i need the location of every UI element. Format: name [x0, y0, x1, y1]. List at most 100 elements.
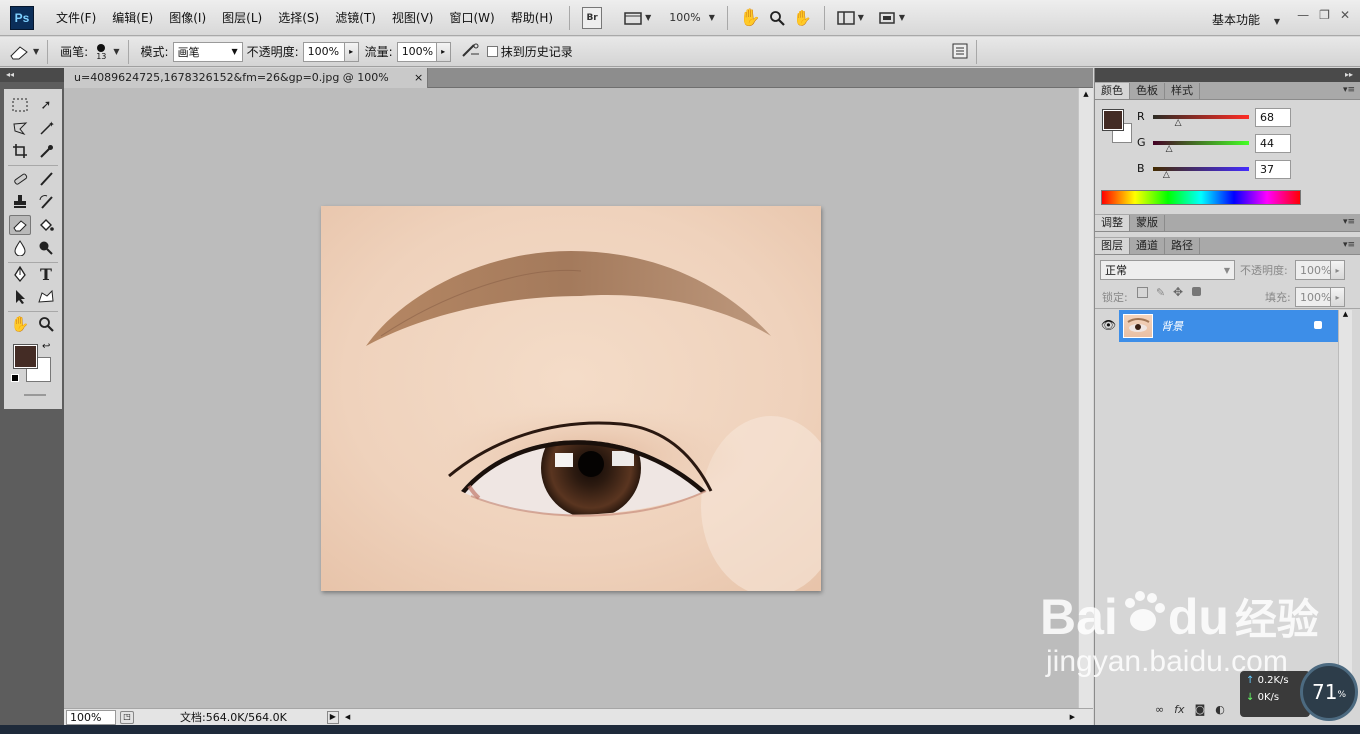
- swap-colors-icon[interactable]: ↩: [42, 341, 50, 352]
- layers-scrollbar[interactable]: ▲: [1338, 310, 1352, 710]
- tab-layers[interactable]: 图层: [1095, 238, 1130, 254]
- red-slider[interactable]: R △ 68: [1137, 108, 1337, 128]
- tab-color[interactable]: 颜色: [1095, 83, 1130, 99]
- expand-icon[interactable]: ▸▸: [1345, 68, 1353, 82]
- red-value-field[interactable]: 68: [1255, 108, 1291, 127]
- layer-row-background[interactable]: 背景: [1119, 310, 1338, 342]
- lock-transparent-icon[interactable]: [1137, 287, 1148, 298]
- brush-picker[interactable]: 13: [96, 44, 106, 61]
- zoom-tool-icon[interactable]: [35, 314, 57, 334]
- panel-dock-header[interactable]: ▸▸: [1095, 68, 1360, 82]
- zoom-level-dropdown[interactable]: 100% ▼: [669, 7, 715, 29]
- healing-brush-tool-icon[interactable]: [9, 169, 31, 189]
- paint-bucket-tool-icon[interactable]: [35, 215, 57, 235]
- eyedropper-tool-icon[interactable]: [35, 141, 57, 161]
- layer-style-icon[interactable]: fx: [1174, 703, 1184, 716]
- color-spectrum-ramp[interactable]: [1101, 190, 1301, 205]
- pen-tool-icon[interactable]: [9, 264, 31, 284]
- erase-to-history-checkbox[interactable]: [486, 46, 498, 57]
- minimize-icon[interactable]: —: [1297, 8, 1309, 22]
- layer-opacity-input[interactable]: 100%: [1295, 260, 1331, 280]
- green-slider[interactable]: G △ 44: [1137, 134, 1337, 154]
- menu-image[interactable]: 图像(I): [161, 9, 214, 26]
- history-brush-tool-icon[interactable]: [35, 192, 57, 212]
- close-icon[interactable]: ✕: [1340, 8, 1350, 22]
- vertical-scrollbar[interactable]: ▲: [1078, 88, 1093, 708]
- type-tool-icon[interactable]: T: [35, 264, 57, 284]
- move-tool-icon[interactable]: ➚: [35, 95, 57, 115]
- menu-edit[interactable]: 编辑(E): [104, 9, 161, 26]
- hand-tool-icon[interactable]: ✋: [9, 314, 31, 334]
- network-monitor-widget[interactable]: ↑ 0.2K/s ↓ 0K/s 71%: [1240, 663, 1360, 725]
- fill-slider-button[interactable]: ▸: [1331, 287, 1345, 307]
- tab-masks[interactable]: 蒙版: [1130, 215, 1165, 231]
- flow-input[interactable]: 100%: [396, 41, 437, 62]
- lock-all-icon[interactable]: [1192, 287, 1201, 296]
- green-value-field[interactable]: 44: [1255, 134, 1291, 153]
- add-mask-icon[interactable]: ◙: [1195, 703, 1206, 716]
- airbrush-button[interactable]: [461, 42, 481, 61]
- lock-pixels-icon[interactable]: ✎: [1156, 286, 1165, 299]
- clone-stamp-tool-icon[interactable]: [9, 192, 31, 212]
- status-menu-icon[interactable]: ◳: [120, 710, 134, 724]
- hand-tool-button[interactable]: ✋: [740, 7, 761, 29]
- lasso-tool-icon[interactable]: [9, 118, 31, 138]
- screen-mode-button[interactable]: ▼: [624, 7, 651, 29]
- photoshop-logo-icon[interactable]: Ps: [10, 5, 34, 30]
- red-thumb[interactable]: △: [1175, 118, 1182, 128]
- bridge-button[interactable]: Br: [582, 6, 603, 29]
- lock-position-icon[interactable]: ✥: [1173, 285, 1183, 299]
- blue-value-field[interactable]: 37: [1255, 160, 1291, 179]
- menu-filter[interactable]: 滤镜(T): [327, 9, 384, 26]
- menu-help[interactable]: 帮助(H): [503, 9, 561, 26]
- path-selection-tool-icon[interactable]: [9, 287, 31, 307]
- quick-mask-button[interactable]: [24, 394, 46, 396]
- menu-file[interactable]: 文件(F): [48, 9, 104, 26]
- blur-tool-icon[interactable]: [9, 238, 31, 258]
- panel-menu-icon[interactable]: ▾≡: [1343, 217, 1355, 227]
- fill-input[interactable]: 100%: [1295, 287, 1331, 307]
- tab-channels[interactable]: 通道: [1130, 238, 1165, 254]
- layer-visibility-eye-icon[interactable]: 👁: [1101, 318, 1116, 332]
- status-expand-button[interactable]: ▶: [326, 710, 339, 724]
- scroll-right-icon[interactable]: ▶: [1070, 713, 1075, 721]
- menu-layer[interactable]: 图层(L): [214, 9, 270, 26]
- menu-select[interactable]: 选择(S): [270, 9, 327, 26]
- zoom-tool-button[interactable]: [769, 7, 785, 29]
- toolbox-collapse-handle[interactable]: ◂◂: [0, 68, 64, 82]
- opacity-input[interactable]: 100%: [302, 41, 345, 62]
- brush-panel-toggle-button[interactable]: [952, 43, 968, 62]
- crop-tool-icon[interactable]: [9, 141, 31, 161]
- dodge-tool-icon[interactable]: [35, 238, 57, 258]
- restore-icon[interactable]: ❐: [1319, 8, 1330, 22]
- zoom-field[interactable]: 100%: [66, 709, 116, 725]
- default-colors-icon[interactable]: [11, 374, 19, 382]
- tab-styles[interactable]: 样式: [1165, 83, 1200, 99]
- tool-preset-picker[interactable]: ▼: [8, 44, 39, 60]
- brush-tool-icon[interactable]: [35, 169, 57, 189]
- blue-thumb[interactable]: △: [1163, 170, 1170, 180]
- chevron-down-icon[interactable]: ▼: [113, 47, 119, 56]
- red-track[interactable]: [1153, 115, 1249, 119]
- green-thumb[interactable]: △: [1166, 144, 1173, 154]
- workspace-switcher[interactable]: 基本功能 ▼: [1212, 11, 1280, 28]
- flow-slider-button[interactable]: ▸: [436, 41, 451, 62]
- marquee-tool-icon[interactable]: [9, 95, 31, 115]
- menu-window[interactable]: 窗口(W): [441, 9, 502, 26]
- panel-menu-icon[interactable]: ▾≡: [1343, 85, 1355, 95]
- custom-shape-tool-icon[interactable]: [35, 287, 57, 307]
- scroll-up-icon[interactable]: ▲: [1339, 310, 1352, 318]
- document-canvas-image[interactable]: [321, 206, 821, 591]
- document-tab[interactable]: u=4089624725,1678326152&fm=26&gp=0.jpg @…: [64, 68, 428, 104]
- eraser-tool-icon[interactable]: [9, 215, 31, 235]
- screen-mode-dropdown[interactable]: ▼: [878, 7, 905, 29]
- arrange-documents-button[interactable]: ▼: [836, 7, 864, 29]
- close-icon[interactable]: ×: [414, 68, 423, 88]
- mode-select[interactable]: 画笔 ▼: [172, 41, 243, 62]
- layer-opacity-slider-button[interactable]: ▸: [1331, 260, 1345, 280]
- menu-view[interactable]: 视图(V): [384, 9, 442, 26]
- scroll-up-icon[interactable]: ▲: [1079, 88, 1093, 98]
- blend-mode-select[interactable]: 正常 ▼: [1100, 260, 1235, 280]
- adjustment-layer-icon[interactable]: ◐: [1215, 703, 1225, 716]
- rotate-view-button[interactable]: ✋: [793, 7, 812, 29]
